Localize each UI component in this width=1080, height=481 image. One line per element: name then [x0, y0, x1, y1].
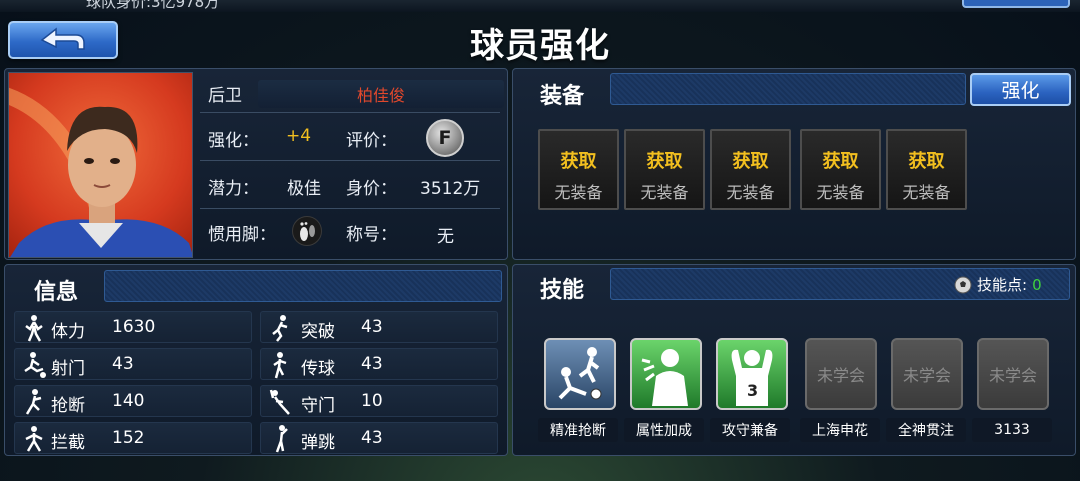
stat-jump: 弹跳 43 — [260, 422, 498, 454]
equipment-get-label: 获取 — [908, 151, 945, 172]
skill-locked[interactable]: 未学会 — [977, 338, 1049, 410]
skill-label: 3133 — [972, 418, 1052, 442]
skills-header: 技能 — [540, 278, 585, 303]
skill-all-round[interactable]: 3 — [716, 338, 788, 410]
jump-icon — [275, 425, 288, 453]
top-strip: 球队身价:3亿978万 — [0, 0, 1080, 12]
equipment-none-label: 无装备 — [902, 183, 951, 202]
stat-tackle: 抢断 140 — [14, 385, 252, 417]
divider — [200, 208, 500, 209]
footprint-icon — [292, 216, 322, 246]
equipment-get-label: 获取 — [646, 151, 683, 172]
equipment-none-label: 无装备 — [726, 183, 775, 202]
stat-value: 43 — [361, 428, 383, 448]
potential-label: 潜力： — [208, 179, 259, 199]
skill-points: 技能点: 0 — [954, 274, 1042, 295]
stat-value: 10 — [361, 391, 383, 411]
equipment-slot[interactable]: 获取 无装备 — [538, 129, 619, 210]
equipment-header: 装备 — [540, 84, 585, 109]
all-round-skill-icon: 3 — [731, 349, 773, 406]
skill-attribute-bonus[interactable] — [630, 338, 702, 410]
rating-label: 评价： — [346, 131, 397, 151]
top-right-button[interactable] — [962, 0, 1070, 8]
divider — [200, 112, 500, 113]
equipment-header-bar — [610, 73, 966, 105]
svg-text:3: 3 — [747, 381, 758, 400]
player-portrait-image — [9, 87, 192, 257]
stat-name: 突破 — [301, 322, 335, 342]
dribble-icon — [272, 315, 288, 342]
stat-name: 传球 — [301, 359, 335, 379]
stat-intercept: 拦截 152 — [14, 422, 252, 454]
equipment-slot[interactable]: 获取 无装备 — [624, 129, 705, 210]
goalkeeping-icon — [269, 389, 290, 415]
value-label: 身价： — [346, 179, 397, 199]
intercept-icon — [25, 426, 43, 452]
stat-stamina: 体力 1630 — [14, 311, 252, 343]
skill-label: 属性加成 — [624, 418, 704, 442]
stat-pass: 传球 43 — [260, 348, 498, 380]
stat-value: 152 — [112, 428, 145, 448]
info-header-bar — [104, 270, 502, 302]
stat-value: 43 — [361, 317, 383, 337]
rating-grade-badge: F — [426, 119, 464, 157]
skill-locked[interactable]: 未学会 — [891, 338, 963, 410]
skill-precise-tackle[interactable] — [544, 338, 616, 410]
stat-dribble: 突破 43 — [260, 311, 498, 343]
skill-label: 上海申花 — [800, 418, 880, 442]
stat-name: 射门 — [51, 359, 85, 379]
equipment-slot[interactable]: 获取 无装备 — [710, 129, 791, 210]
foot-label: 惯用脚： — [208, 225, 276, 245]
position-label: 后卫 — [208, 86, 242, 106]
title-label: 称号： — [346, 225, 397, 245]
skill-points-label: 技能点: — [977, 276, 1028, 294]
soccer-ball-icon — [954, 276, 972, 293]
stat-name: 体力 — [51, 322, 85, 342]
potential-value: 极佳 — [287, 179, 321, 199]
stat-name: 守门 — [301, 396, 335, 416]
pass-icon — [273, 352, 287, 379]
attribute-skill-icon — [641, 349, 688, 406]
stat-goalkeeping: 守门 10 — [260, 385, 498, 417]
equipment-slot[interactable]: 获取 无装备 — [800, 129, 881, 210]
skill-label: 全神贯注 — [886, 418, 966, 442]
shooting-icon — [24, 352, 46, 378]
equipment-none-label: 无装备 — [554, 183, 603, 202]
enhance-value: +4 — [286, 126, 312, 146]
equipment-get-label: 获取 — [732, 151, 769, 172]
team-value-text: 球队身价:3亿978万 — [86, 0, 220, 11]
stat-value: 1630 — [112, 317, 156, 337]
skill-label: 攻守兼备 — [710, 418, 790, 442]
info-header: 信息 — [34, 280, 79, 305]
stat-shooting: 射门 43 — [14, 348, 252, 380]
enhance-button[interactable]: 强化 — [970, 73, 1071, 106]
equipment-none-label: 无装备 — [640, 183, 689, 202]
stat-value: 43 — [361, 354, 383, 374]
stat-value: 140 — [112, 391, 145, 411]
page-title: 球员强化 — [470, 26, 610, 66]
skill-label: 精准抢断 — [538, 418, 618, 442]
equipment-get-label: 获取 — [822, 151, 859, 172]
stat-name: 抢断 — [51, 396, 85, 416]
tackle-icon — [25, 389, 42, 415]
skill-locked[interactable]: 未学会 — [805, 338, 877, 410]
equipment-none-label: 无装备 — [816, 183, 865, 202]
equipment-get-label: 获取 — [560, 151, 597, 172]
title-value: 无 — [437, 227, 454, 247]
skill-points-value: 0 — [1032, 275, 1042, 294]
player-name: 柏佳俊 — [258, 80, 504, 108]
tackle-skill-icon — [558, 347, 602, 400]
value-value: 3512万 — [420, 179, 481, 199]
stat-name: 弹跳 — [301, 433, 335, 453]
stamina-icon — [25, 315, 43, 342]
equipment-slot[interactable]: 获取 无装备 — [886, 129, 967, 210]
player-portrait — [8, 72, 193, 258]
stat-value: 43 — [112, 354, 134, 374]
stat-name: 拦截 — [51, 433, 85, 453]
enhance-label: 强化： — [208, 131, 259, 151]
divider — [200, 160, 500, 161]
